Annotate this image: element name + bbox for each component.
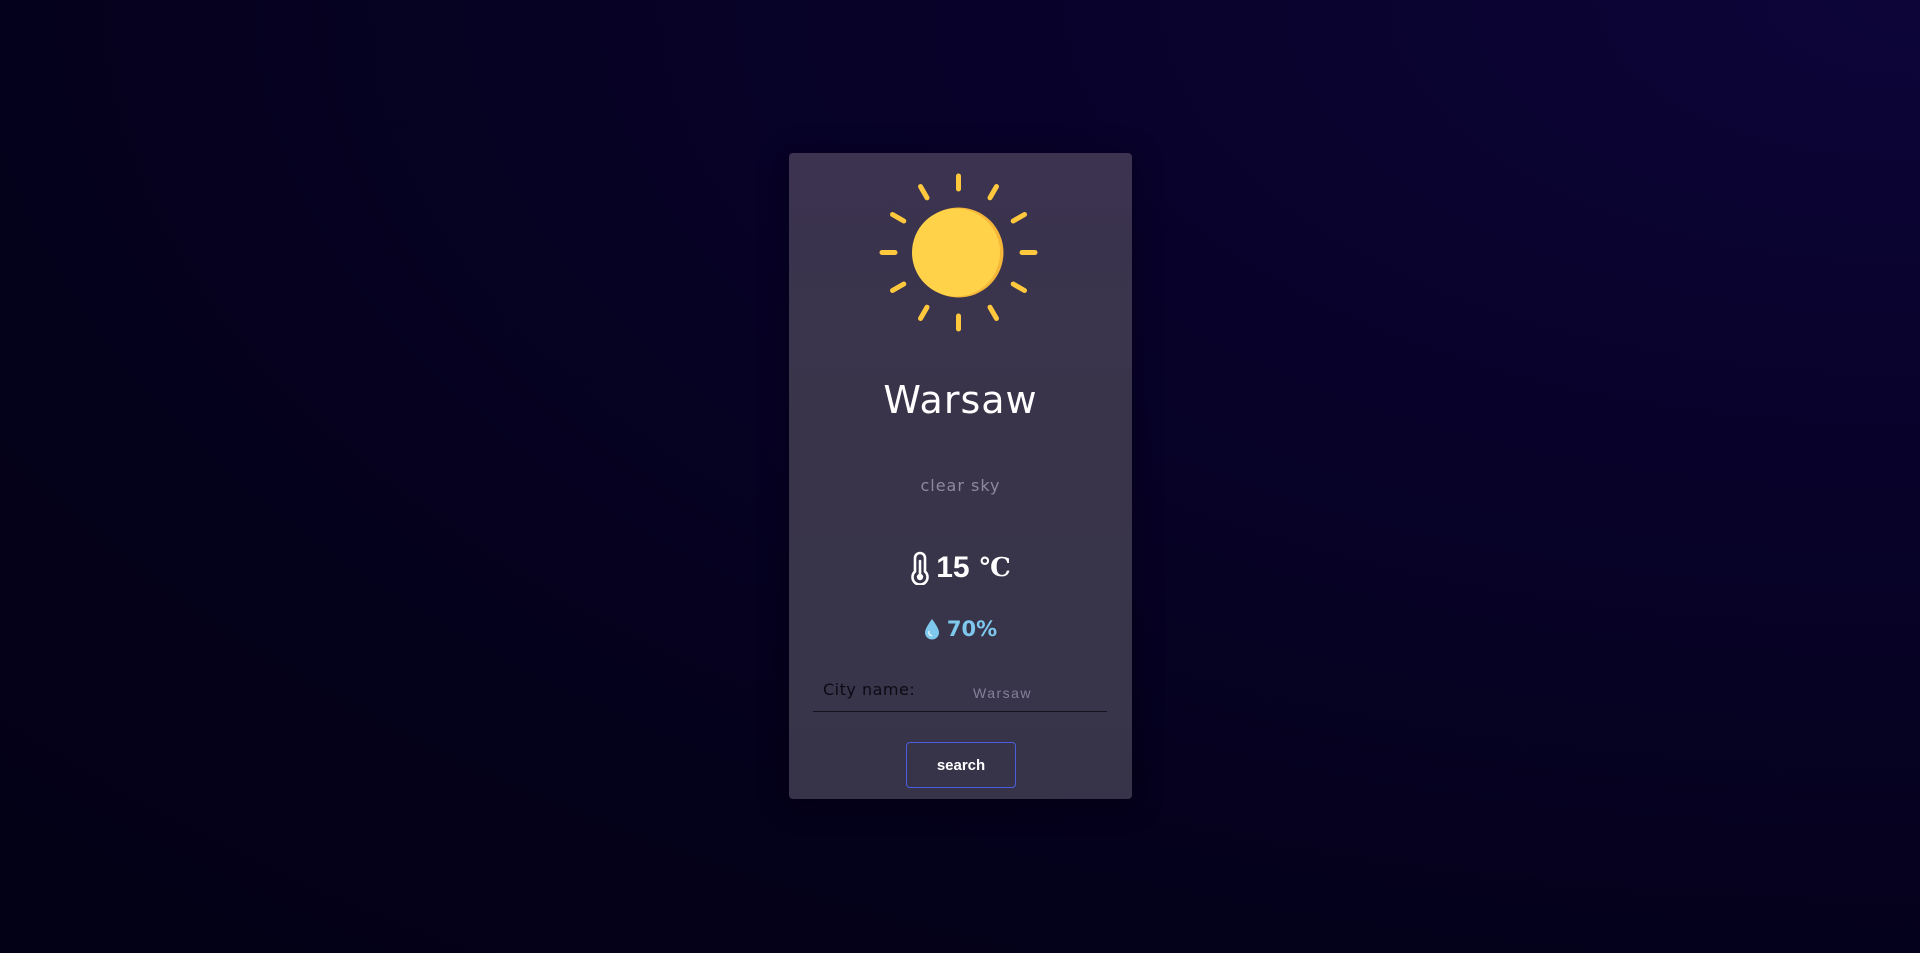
humidity-row: 70% (789, 617, 1132, 641)
app-background: { "weather": { "icon": "sun-icon", "city… (0, 0, 1920, 953)
city-name-input[interactable] (971, 678, 1105, 708)
city-search-field: City name: (813, 676, 1107, 712)
city-name-label: City name: (823, 680, 916, 699)
city-name: Warsaw (883, 378, 1038, 422)
temperature-unit: ℃ (979, 553, 1011, 583)
weather-card: Warsaw clear sky 15 ℃ 70% City name: sea… (789, 153, 1132, 799)
droplet-icon (924, 619, 939, 640)
weather-description: clear sky (920, 476, 1001, 495)
temperature-row: 15 ℃ (789, 551, 1132, 585)
thermometer-icon (911, 551, 930, 585)
temperature-value: 15 (936, 551, 970, 584)
sun-icon (879, 173, 1038, 332)
search-button[interactable]: search (906, 742, 1016, 788)
humidity-value: 70% (946, 617, 998, 641)
